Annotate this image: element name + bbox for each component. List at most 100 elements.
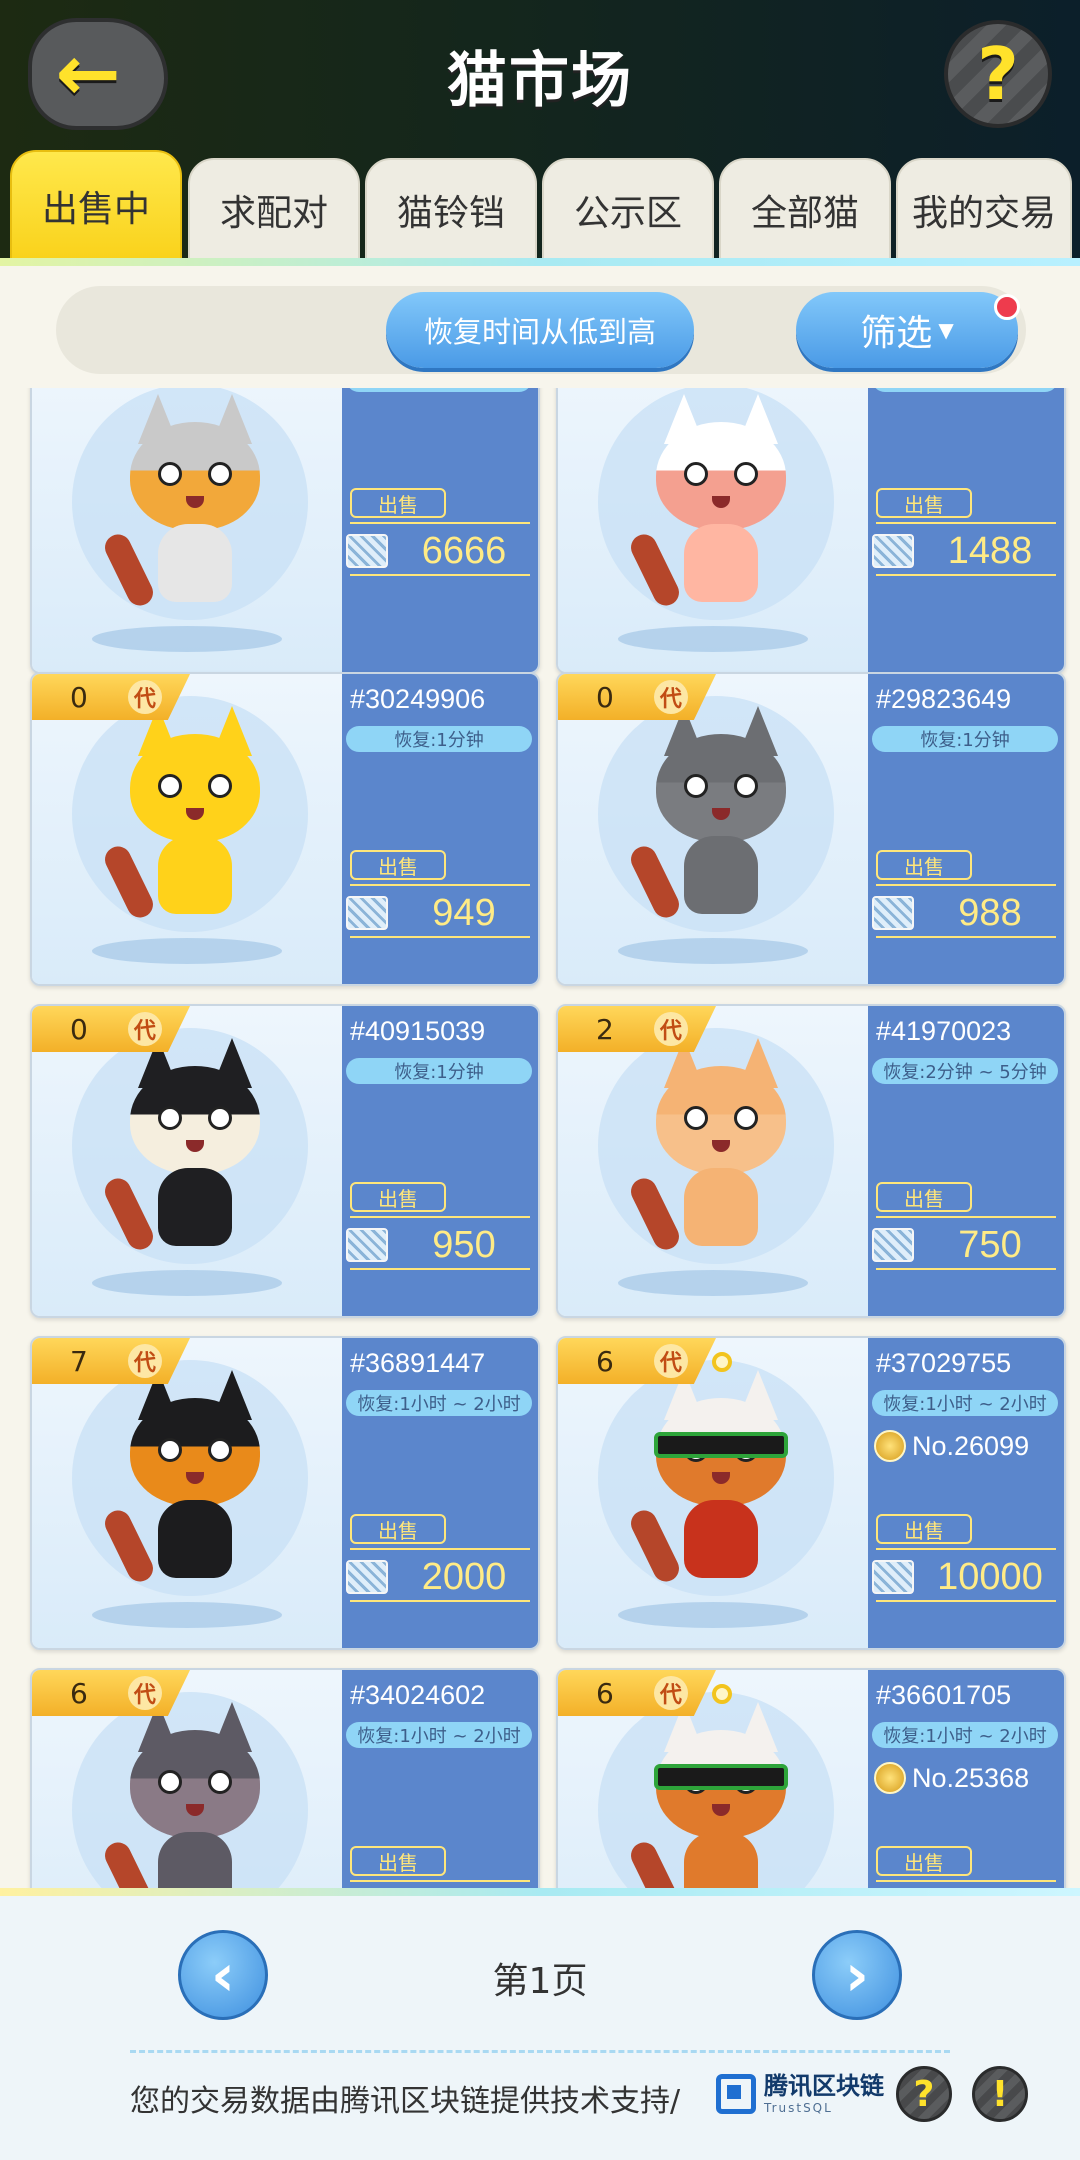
card-info-panel: #36891447 恢复:1小时 ~ 2小时 出售 2000 (342, 1338, 538, 1648)
cat-figure (626, 1684, 796, 1888)
recovery-time-badge: 恢复:1分钟 (346, 1058, 532, 1084)
price-divider (350, 884, 530, 886)
cat-mouth (712, 1140, 730, 1152)
cat-mouth (712, 808, 730, 820)
price-divider (876, 884, 1056, 886)
ground-shadow (618, 626, 808, 652)
recovery-time-badge: 恢复:1分钟 (872, 726, 1058, 752)
cat-card[interactable]: 恢复:1分钟 出售 1488 (556, 388, 1066, 674)
generation-suffix: 代 (653, 680, 688, 714)
ground-shadow (92, 1270, 282, 1296)
ticket-icon (346, 1228, 388, 1262)
price-divider (350, 1880, 530, 1882)
cat-eye (158, 774, 182, 798)
cat-eye (158, 1770, 182, 1794)
recovery-time-badge: 恢复:1小时 ~ 2小时 (346, 1390, 532, 1416)
cat-portrait: 7 代 (32, 1338, 342, 1648)
tab-pairing[interactable]: 求配对 (188, 158, 360, 262)
cat-figure (100, 1026, 270, 1266)
cat-id: #41970023 (876, 1016, 1012, 1046)
chevron-right-icon: › (845, 1941, 869, 2009)
cat-eye (208, 1438, 232, 1462)
tencent-blockchain-logo[interactable]: 腾讯区块链 TrustSQL (716, 2074, 884, 2114)
ground-shadow (618, 938, 808, 964)
cat-head (130, 422, 260, 530)
for-sale-tag: 出售 (876, 1514, 972, 1544)
cat-id: #30249906 (350, 684, 486, 714)
recovery-time-badge: 恢复:1分钟 (346, 388, 532, 392)
cat-portrait: 0 代 (32, 674, 342, 984)
card-info-panel: #36601705 恢复:1小时 ~ 2小时 No.25368 出售 (868, 1670, 1064, 1888)
cat-card[interactable]: 6 代 #36601705 恢复:1小时 ~ 2小时 No.25368 出售 (556, 1668, 1066, 1888)
cat-figure (626, 1352, 796, 1598)
sunglasses-icon (654, 1432, 788, 1458)
price-value: 949 (432, 892, 496, 934)
cat-body (158, 836, 232, 914)
for-sale-tag: 出售 (876, 488, 972, 518)
generation-badge: 0 代 (32, 674, 190, 720)
price-divider (876, 936, 1056, 938)
cat-id: #34024602 (350, 1680, 486, 1710)
prev-page-button[interactable]: ‹ (178, 1930, 268, 2020)
cat-mouth (186, 1140, 204, 1152)
recovery-time-badge: 恢复:1小时 ~ 2小时 (346, 1722, 532, 1748)
footer-info-button[interactable]: ! (972, 2066, 1028, 2122)
brand-subname: TrustSQL (764, 2101, 833, 2115)
tab-public[interactable]: 公示区 (542, 158, 714, 262)
filter-button[interactable]: 筛选 ▼ (796, 292, 1018, 368)
generation-number: 6 (596, 1676, 614, 1710)
cat-figure (100, 1690, 270, 1888)
cat-head (130, 1730, 260, 1838)
price-divider (350, 936, 530, 938)
footer-help-button[interactable]: ? (896, 2066, 952, 2122)
cat-mouth (186, 1472, 204, 1484)
footer-notice: 您的交易数据由腾讯区块链提供技术支持/ (130, 2084, 681, 2119)
price-divider (876, 1268, 1056, 1270)
cat-portrait (558, 388, 868, 672)
generation-suffix: 代 (127, 1676, 162, 1710)
cat-eye (684, 774, 708, 798)
generation-suffix: 代 (653, 1012, 688, 1046)
for-sale-tag: 出售 (350, 1182, 446, 1212)
price-divider (876, 574, 1056, 576)
card-info-panel: 恢复:1分钟 出售 1488 (868, 388, 1064, 672)
cat-card[interactable]: 6 代 #37029755 恢复:1小时 ~ 2小时 No.26099 出售 1… (556, 1336, 1066, 1650)
price-value: 950 (432, 1224, 496, 1266)
cat-card[interactable]: 0 代 #40915039 恢复:1分钟 出售 950 (30, 1004, 540, 1318)
ticket-icon (346, 1560, 388, 1594)
cat-portrait: 0 代 (32, 1006, 342, 1316)
tab-selling[interactable]: 出售中 (10, 150, 182, 262)
cat-card[interactable]: 7 代 #36891447 恢复:1小时 ~ 2小时 出售 2000 (30, 1336, 540, 1650)
cat-eye (158, 1438, 182, 1462)
bell-serial-number: No.25368 (912, 1762, 1030, 1793)
cat-eye (158, 462, 182, 486)
next-page-button[interactable]: › (812, 1930, 902, 2020)
price-value: 10000 (937, 1556, 1043, 1598)
notification-dot (994, 294, 1020, 320)
ground-shadow (92, 938, 282, 964)
cat-card[interactable]: 0 代 #29823649 恢复:1分钟 出售 988 (556, 672, 1066, 986)
cat-card[interactable]: 2 代 #41970023 恢复:2分钟 ~ 5分钟 出售 750 (556, 1004, 1066, 1318)
exclamation-icon: ! (991, 2073, 1009, 2115)
generation-badge: 6 代 (32, 1670, 190, 1716)
cat-id: #36601705 (876, 1680, 1012, 1710)
sort-button[interactable]: 恢复时间从低到高 (386, 292, 694, 368)
ticket-icon (346, 896, 388, 930)
tab-bells[interactable]: 猫铃铛 (365, 158, 537, 262)
cat-head (656, 1066, 786, 1174)
ticket-icon (872, 1228, 914, 1262)
help-button[interactable]: ? (944, 20, 1052, 128)
price-value: 988 (958, 892, 1022, 934)
cat-eye (734, 1106, 758, 1130)
cat-portrait: 6 代 (32, 1670, 342, 1888)
tab-all-cats[interactable]: 全部猫 (719, 158, 891, 262)
cat-eye (734, 462, 758, 486)
tab-my-trades[interactable]: 我的交易 (896, 158, 1072, 262)
cat-head (130, 734, 260, 842)
cat-card[interactable]: 恢复:1分钟 出售 6666 (30, 388, 540, 674)
cat-body (158, 1168, 232, 1246)
cat-eye (158, 1106, 182, 1130)
bell-coin-icon (874, 1430, 906, 1462)
cat-card[interactable]: 0 代 #30249906 恢复:1分钟 出售 949 (30, 672, 540, 986)
cat-card[interactable]: 6 代 #34024602 恢复:1小时 ~ 2小时 出售 (30, 1668, 540, 1888)
